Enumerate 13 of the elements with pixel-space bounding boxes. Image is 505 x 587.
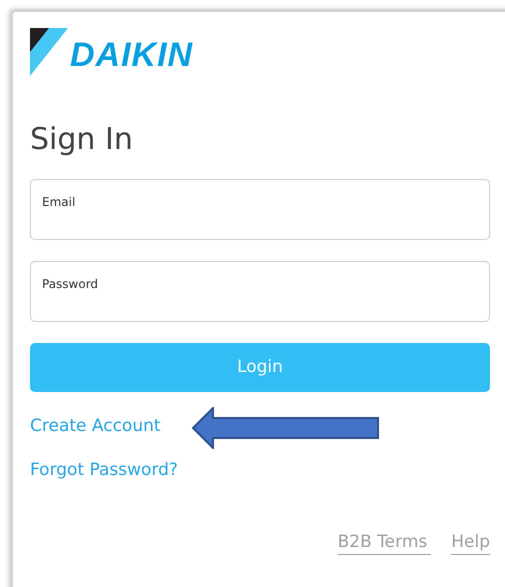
field-label: Password [42,277,98,291]
text-link[interactable]: Forgot Password? [30,458,178,482]
input-field[interactable]: Email [30,179,490,240]
footer-link[interactable]: Help [451,530,490,555]
text-link[interactable]: Create Account [30,414,161,438]
field-label: Email [42,195,76,209]
arrow-icon [192,407,380,449]
input-field[interactable]: Password [30,261,490,322]
login-button[interactable]: Login [30,343,490,392]
logo-icon [30,28,68,76]
footer-link[interactable]: B2B Terms [338,530,432,555]
logo-wordmark: DAIKIN [70,38,194,72]
page-title: Sign In [30,122,134,158]
